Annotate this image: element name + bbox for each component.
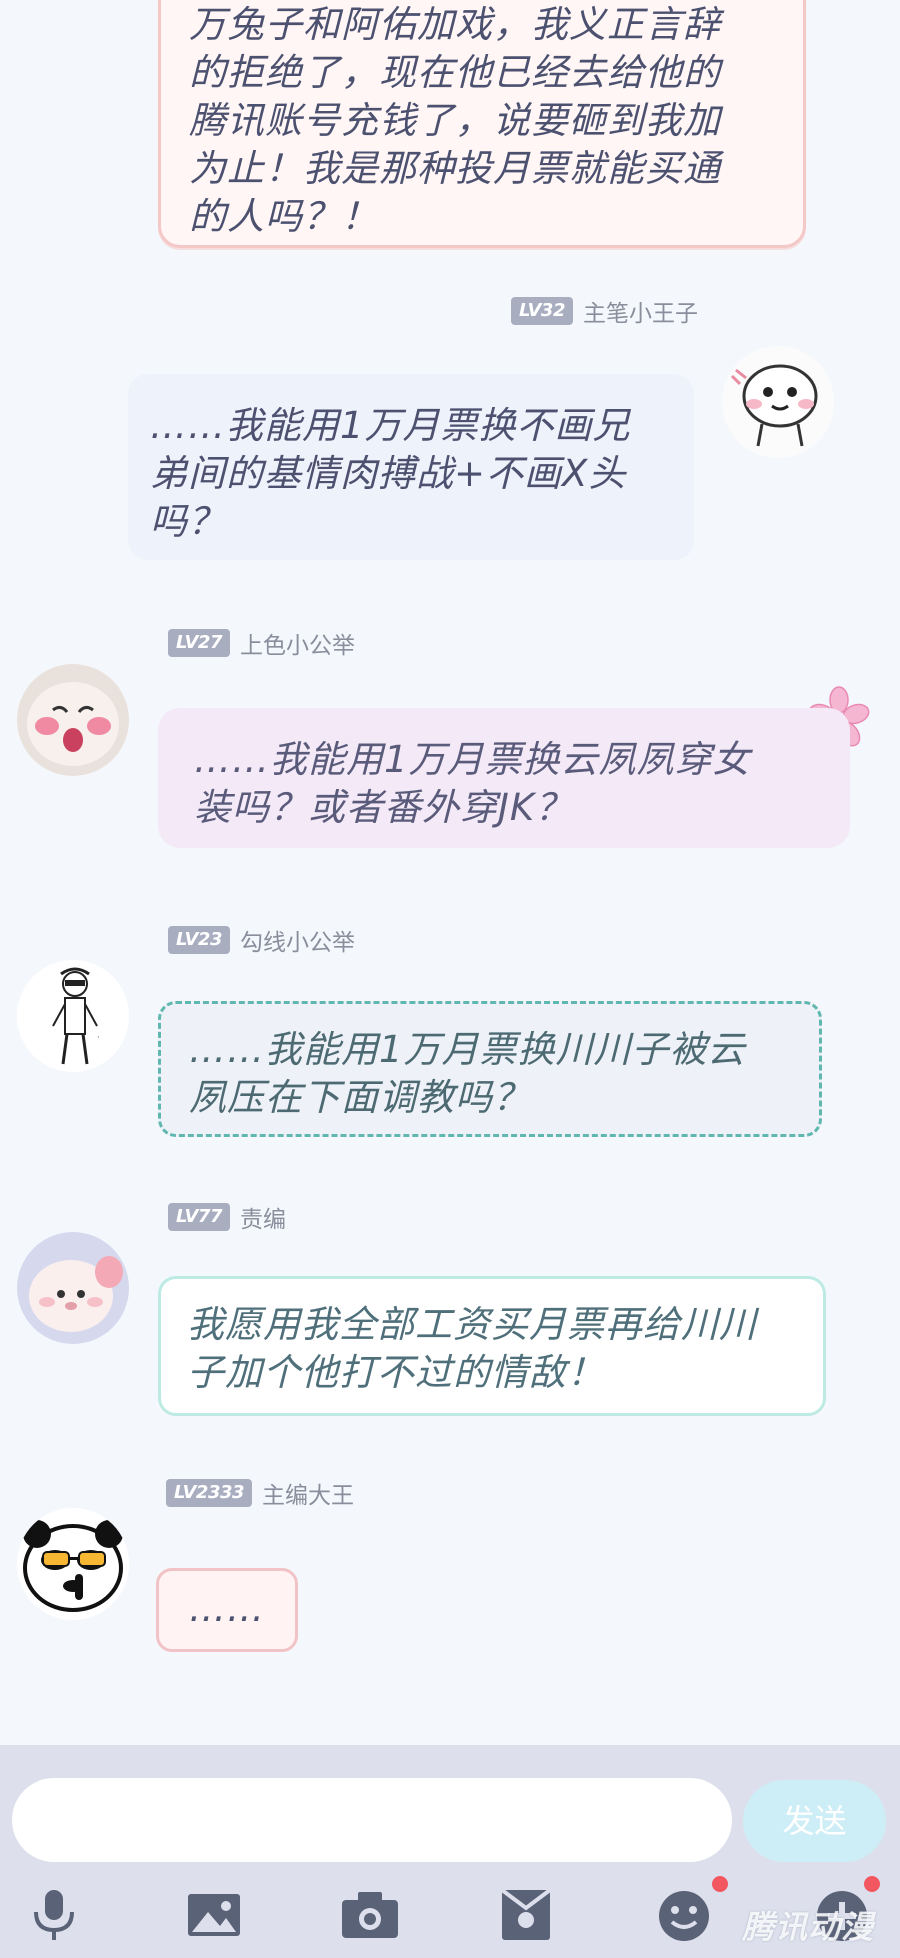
username: 责编 bbox=[239, 1207, 286, 1233]
avatar-colorist[interactable] bbox=[17, 664, 129, 776]
username: 勾线小公举 bbox=[239, 930, 355, 956]
message-bubble-top: 万兔子和阿佑加戏，我义正言辞 的拒绝了，现在他已经去给他的 腾讯账号充钱了，说要… bbox=[158, 0, 806, 248]
message-bubble-chief-editor: …… bbox=[156, 1568, 298, 1652]
message-text: ……我能用1万月票换云夙夙穿女 装吗？或者番外穿JK？ bbox=[194, 738, 751, 829]
message-text: 万兔子和阿佑加戏，我义正言辞 的拒绝了，现在他已经去给他的 腾讯账号充钱了，说要… bbox=[189, 3, 721, 238]
message-meta-3: LV23 勾线小公举 bbox=[168, 925, 355, 956]
avatar-liner[interactable]: · bbox=[17, 960, 129, 1072]
envelope-icon[interactable] bbox=[494, 1886, 558, 1944]
message-meta-2: LV27 上色小公举 bbox=[168, 628, 355, 659]
message-bubble-editor: 我愿用我全部工资买月票再给川川 子加个他打不过的情敌！ bbox=[158, 1276, 826, 1416]
microphone-icon[interactable] bbox=[22, 1886, 86, 1944]
message-bubble-colorist: ……我能用1万月票换云夙夙穿女 装吗？或者番外穿JK？ bbox=[158, 708, 850, 848]
message-bubble-liner: ……我能用1万月票换川川子被云 夙压在下面调教吗？ bbox=[158, 1001, 822, 1137]
level-badge: LV2333 bbox=[166, 1479, 253, 1507]
camera-icon[interactable] bbox=[338, 1886, 402, 1944]
image-icon[interactable] bbox=[182, 1886, 246, 1944]
message-input[interactable] bbox=[12, 1778, 732, 1862]
notification-dot bbox=[864, 1876, 880, 1892]
emoji-icon[interactable] bbox=[654, 1886, 718, 1944]
avatar-chief-editor[interactable] bbox=[17, 1508, 129, 1620]
level-badge: LV23 bbox=[168, 926, 230, 954]
message-text: ……我能用1万月票换不画兄 弟间的基情肉搏战+不画X头 吗？ bbox=[150, 404, 631, 543]
level-badge: LV77 bbox=[168, 1203, 230, 1231]
username: 主编大王 bbox=[262, 1483, 355, 1509]
message-meta-5: LV2333 主编大王 bbox=[166, 1478, 355, 1509]
notification-dot bbox=[712, 1876, 728, 1892]
level-badge: LV32 bbox=[511, 297, 573, 325]
watermark: 腾讯动漫 bbox=[742, 1908, 875, 1946]
message-bubble-self: ……我能用1万月票换不画兄 弟间的基情肉搏战+不画X头 吗？ bbox=[128, 374, 694, 560]
username: 主笔小王子 bbox=[582, 301, 698, 327]
avatar-editor[interactable] bbox=[17, 1232, 129, 1344]
message-text: …… bbox=[189, 1587, 265, 1630]
send-button[interactable]: 发送 bbox=[743, 1780, 886, 1862]
message-text: ……我能用1万月票换川川子被云 夙压在下面调教吗？ bbox=[189, 1028, 746, 1119]
message-text: 我愿用我全部工资买月票再给川川 子加个他打不过的情敌！ bbox=[187, 1303, 757, 1394]
message-meta-self: LV32 主笔小王子 bbox=[511, 296, 698, 327]
username: 上色小公举 bbox=[239, 633, 355, 659]
level-badge: LV27 bbox=[168, 629, 230, 657]
chat-area[interactable]: 万兔子和阿佑加戏，我义正言辞 的拒绝了，现在他已经去给他的 腾讯账号充钱了，说要… bbox=[0, 0, 900, 1745]
svg-text:·: · bbox=[97, 1033, 100, 1042]
message-meta-4: LV77 责编 bbox=[168, 1202, 286, 1233]
avatar-self[interactable] bbox=[722, 346, 834, 458]
